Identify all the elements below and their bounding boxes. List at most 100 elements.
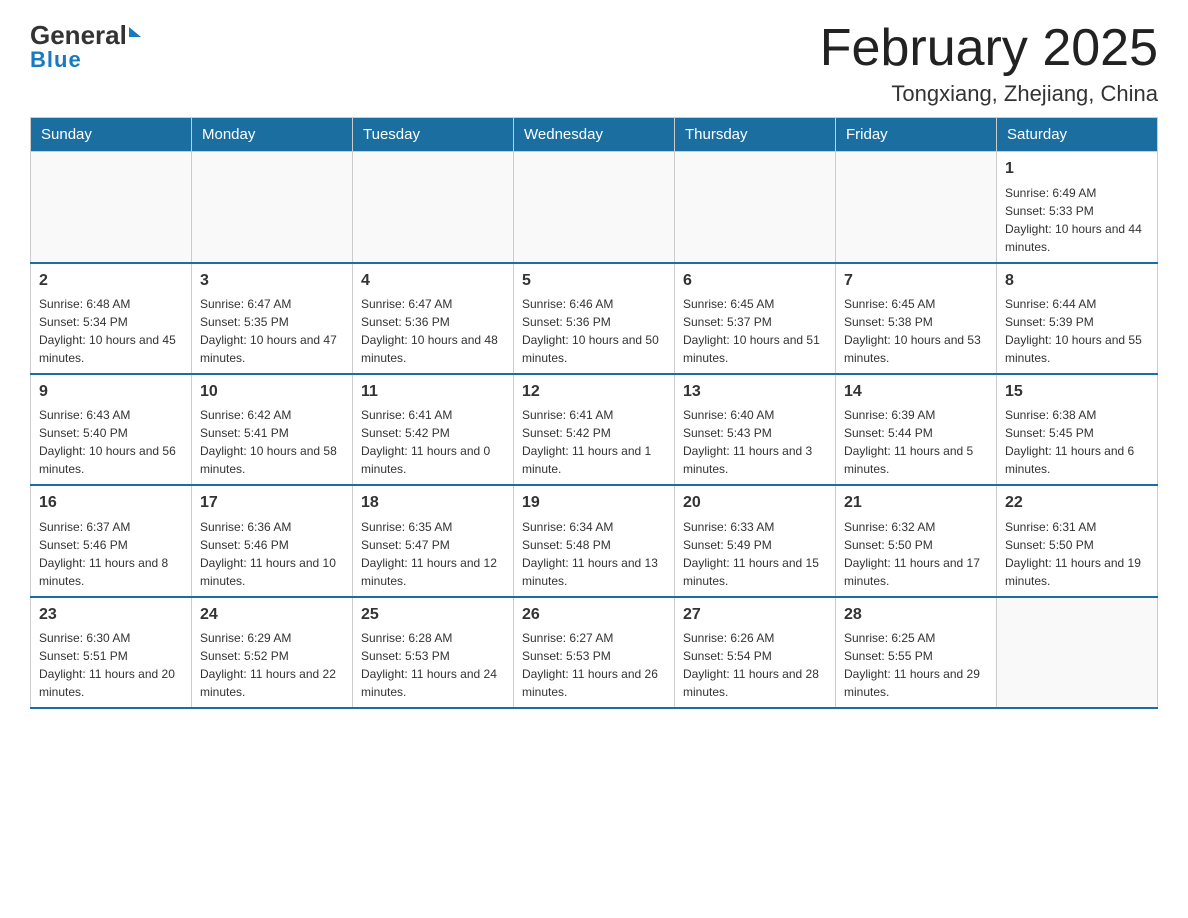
day-info: Sunrise: 6:42 AMSunset: 5:41 PMDaylight:… [200,406,344,478]
day-info: Sunrise: 6:36 AMSunset: 5:46 PMDaylight:… [200,518,344,590]
day-number: 7 [844,270,988,292]
day-info: Sunrise: 6:34 AMSunset: 5:48 PMDaylight:… [522,518,666,590]
header-tuesday: Tuesday [353,118,514,152]
day-number: 28 [844,604,988,626]
calendar-day-cell: 8Sunrise: 6:44 AMSunset: 5:39 PMDaylight… [997,263,1158,374]
day-number: 14 [844,381,988,403]
calendar-week-row: 9Sunrise: 6:43 AMSunset: 5:40 PMDaylight… [31,374,1158,485]
calendar-day-cell: 5 Sunrise: 6:46 AMSunset: 5:36 PMDaylight… [514,263,675,374]
logo: General Blue [30,20,141,73]
logo-triangle-icon [129,27,141,37]
calendar-subtitle: Tongxiang, Zhejiang, China [820,81,1158,107]
logo-blue-text: Blue [30,47,82,73]
calendar-body: 1Sunrise: 6:49 AMSunset: 5:33 PMDaylight… [31,152,1158,708]
header-sunday: Sunday [31,118,192,152]
day-number: 24 [200,604,344,626]
calendar-day-cell: 26Sunrise: 6:27 AMSunset: 5:53 PMDayligh… [514,597,675,708]
day-info: Sunrise: 6:48 AMSunset: 5:34 PMDaylight:… [39,295,183,367]
calendar-week-row: 1Sunrise: 6:49 AMSunset: 5:33 PMDaylight… [31,152,1158,263]
page-header: General Blue February 2025 Tongxiang, Zh… [30,20,1158,107]
day-number: 5 [522,270,666,292]
day-info: Sunrise: 6:38 AMSunset: 5:45 PMDaylight:… [1005,406,1149,478]
calendar-day-cell: 3 Sunrise: 6:47 AMSunset: 5:35 PMDaylight… [192,263,353,374]
calendar-day-cell: 11Sunrise: 6:41 AMSunset: 5:42 PMDayligh… [353,374,514,485]
day-number: 10 [200,381,344,403]
weekday-header-row: Sunday Monday Tuesday Wednesday Thursday… [31,118,1158,152]
day-number: 16 [39,492,183,514]
header-wednesday: Wednesday [514,118,675,152]
calendar-day-cell [675,152,836,263]
calendar-day-cell [353,152,514,263]
day-info: Sunrise: 6:40 AMSunset: 5:43 PMDaylight:… [683,406,827,478]
calendar-week-row: 16 Sunrise: 6:37 AMSunset: 5:46 PMDayligh… [31,485,1158,596]
header-monday: Monday [192,118,353,152]
header-friday: Friday [836,118,997,152]
calendar-day-cell [997,597,1158,708]
calendar-day-cell: 7Sunrise: 6:45 AMSunset: 5:38 PMDaylight… [836,263,997,374]
day-info: Sunrise: 6:28 AMSunset: 5:53 PMDaylight:… [361,629,505,701]
day-number: 17 [200,492,344,514]
day-info: Sunrise: 6:45 AMSunset: 5:37 PMDaylight:… [683,295,827,367]
day-info: Sunrise: 6:32 AMSunset: 5:50 PMDaylight:… [844,518,988,590]
day-info: Sunrise: 6:46 AMSunset: 5:36 PMDaylight:… [522,295,666,367]
day-number: 20 [683,492,827,514]
calendar-day-cell: 10 Sunrise: 6:42 AMSunset: 5:41 PMDayligh… [192,374,353,485]
calendar-day-cell: 4 Sunrise: 6:47 AMSunset: 5:36 PMDaylight… [353,263,514,374]
day-number: 18 [361,492,505,514]
day-number: 6 [683,270,827,292]
day-number: 2 [39,270,183,292]
day-number: 13 [683,381,827,403]
calendar-day-cell: 17 Sunrise: 6:36 AMSunset: 5:46 PMDayligh… [192,485,353,596]
day-number: 4 [361,270,505,292]
day-number: 26 [522,604,666,626]
calendar-day-cell [31,152,192,263]
day-info: Sunrise: 6:47 AMSunset: 5:36 PMDaylight:… [361,295,505,367]
day-number: 8 [1005,270,1149,292]
day-info: Sunrise: 6:47 AMSunset: 5:35 PMDaylight:… [200,295,344,367]
calendar-day-cell: 19 Sunrise: 6:34 AMSunset: 5:48 PMDayligh… [514,485,675,596]
day-info: Sunrise: 6:26 AMSunset: 5:54 PMDaylight:… [683,629,827,701]
calendar-day-cell: 25 Sunrise: 6:28 AMSunset: 5:53 PMDayligh… [353,597,514,708]
calendar-day-cell: 22 Sunrise: 6:31 AMSunset: 5:50 PMDayligh… [997,485,1158,596]
calendar-title: February 2025 [820,20,1158,77]
title-block: February 2025 Tongxiang, Zhejiang, China [820,20,1158,107]
calendar-header: Sunday Monday Tuesday Wednesday Thursday… [31,118,1158,152]
calendar-day-cell: 12Sunrise: 6:41 AMSunset: 5:42 PMDayligh… [514,374,675,485]
day-number: 25 [361,604,505,626]
day-number: 23 [39,604,183,626]
calendar-day-cell: 24Sunrise: 6:29 AMSunset: 5:52 PMDayligh… [192,597,353,708]
calendar-day-cell: 21 Sunrise: 6:32 AMSunset: 5:50 PMDayligh… [836,485,997,596]
calendar-week-row: 2 Sunrise: 6:48 AMSunset: 5:34 PMDaylight… [31,263,1158,374]
calendar-day-cell [192,152,353,263]
day-number: 1 [1005,158,1149,180]
calendar-day-cell [836,152,997,263]
calendar-day-cell: 16 Sunrise: 6:37 AMSunset: 5:46 PMDayligh… [31,485,192,596]
calendar-week-row: 23 Sunrise: 6:30 AMSunset: 5:51 PMDayligh… [31,597,1158,708]
day-info: Sunrise: 6:31 AMSunset: 5:50 PMDaylight:… [1005,518,1149,590]
day-number: 3 [200,270,344,292]
day-number: 19 [522,492,666,514]
day-number: 15 [1005,381,1149,403]
day-number: 21 [844,492,988,514]
day-info: Sunrise: 6:37 AMSunset: 5:46 PMDaylight:… [39,518,183,590]
day-number: 27 [683,604,827,626]
calendar-day-cell: 14 Sunrise: 6:39 AMSunset: 5:44 PMDayligh… [836,374,997,485]
calendar-day-cell [514,152,675,263]
day-info: Sunrise: 6:35 AMSunset: 5:47 PMDaylight:… [361,518,505,590]
day-info: Sunrise: 6:30 AMSunset: 5:51 PMDaylight:… [39,629,183,701]
calendar-day-cell: 9Sunrise: 6:43 AMSunset: 5:40 PMDaylight… [31,374,192,485]
calendar-day-cell: 23 Sunrise: 6:30 AMSunset: 5:51 PMDayligh… [31,597,192,708]
calendar-day-cell: 28 Sunrise: 6:25 AMSunset: 5:55 PMDayligh… [836,597,997,708]
day-number: 22 [1005,492,1149,514]
calendar-day-cell: 18 Sunrise: 6:35 AMSunset: 5:47 PMDayligh… [353,485,514,596]
day-info: Sunrise: 6:41 AMSunset: 5:42 PMDaylight:… [361,406,505,478]
header-thursday: Thursday [675,118,836,152]
day-info: Sunrise: 6:25 AMSunset: 5:55 PMDaylight:… [844,629,988,701]
calendar-day-cell: 2 Sunrise: 6:48 AMSunset: 5:34 PMDaylight… [31,263,192,374]
header-saturday: Saturday [997,118,1158,152]
day-info: Sunrise: 6:33 AMSunset: 5:49 PMDaylight:… [683,518,827,590]
day-number: 12 [522,381,666,403]
calendar-day-cell: 13 Sunrise: 6:40 AMSunset: 5:43 PMDayligh… [675,374,836,485]
day-info: Sunrise: 6:39 AMSunset: 5:44 PMDaylight:… [844,406,988,478]
day-info: Sunrise: 6:43 AMSunset: 5:40 PMDaylight:… [39,406,183,478]
